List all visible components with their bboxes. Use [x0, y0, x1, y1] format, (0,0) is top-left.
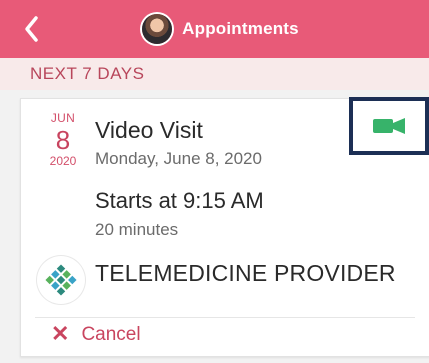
provider-name: TELEMEDICINE PROVIDER	[95, 260, 396, 286]
provider-logo	[37, 256, 85, 304]
provider-logo-icon	[45, 264, 77, 296]
section-title: NEXT 7 DAYS	[30, 64, 145, 83]
section-header: NEXT 7 DAYS	[0, 58, 429, 90]
chevron-left-icon	[25, 16, 38, 42]
user-avatar-icon	[142, 14, 173, 44]
visit-title: Video Visit	[95, 117, 203, 143]
start-time: Starts at 9:15 AM	[95, 188, 264, 213]
cancel-button[interactable]: ✕ Cancel	[51, 321, 141, 346]
video-call-button[interactable]	[349, 97, 429, 155]
app-bar: Appointments	[0, 0, 429, 58]
date-day: 8	[55, 125, 71, 155]
duration: 20 minutes	[95, 220, 179, 239]
card-divider	[35, 317, 415, 318]
app-bar-title: Appointments	[182, 19, 299, 38]
back-button[interactable]	[18, 14, 44, 44]
app-bar-title-group: Appointments	[142, 14, 299, 44]
date-month: JUN	[50, 111, 76, 125]
date-year: 2020	[49, 154, 77, 168]
cancel-label: Cancel	[81, 324, 141, 345]
video-camera-icon	[373, 118, 405, 134]
close-icon: ✕	[51, 321, 70, 346]
visit-date: Monday, June 8, 2020	[95, 149, 262, 168]
appointment-date: JUN 8 2020	[43, 112, 83, 167]
